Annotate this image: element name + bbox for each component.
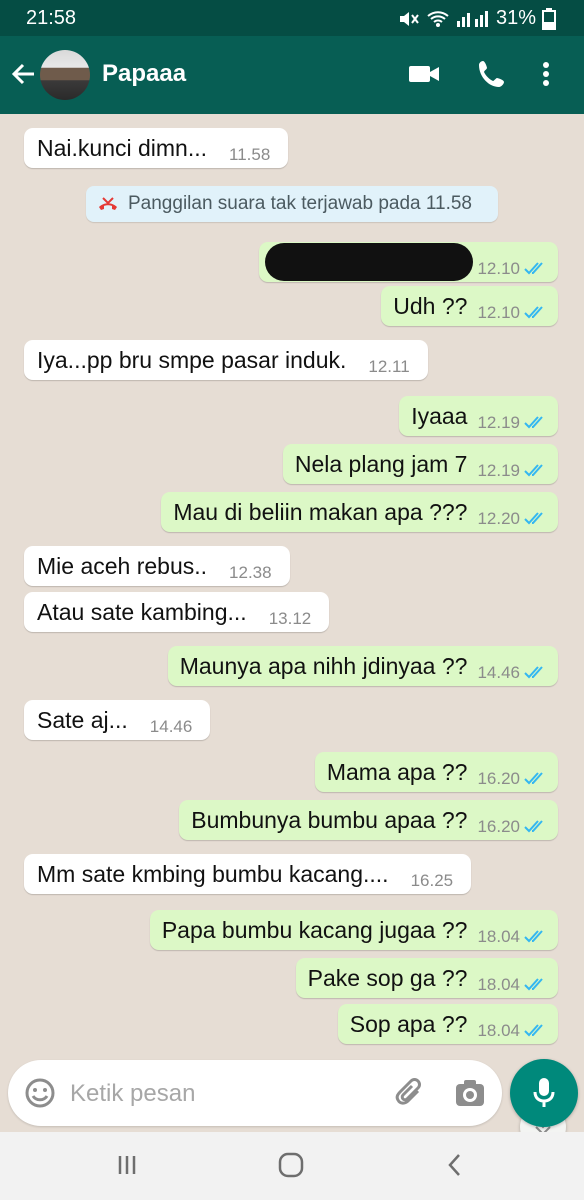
message-time: 12.19: [477, 461, 520, 480]
incoming-message[interactable]: Mm sate kmbing bumbu kacang.... 16.25: [24, 854, 472, 894]
message-time: 14.46: [149, 717, 193, 736]
message-text: Nela plang jam 7: [294, 450, 468, 477]
microphone-icon: [533, 1078, 555, 1107]
recent-apps-icon[interactable]: [114, 1152, 140, 1178]
message-text: Mm sate kmbing bumbu kacang....: [37, 860, 389, 887]
message-time: 12.11: [368, 357, 410, 376]
read-receipt-icon: [524, 666, 543, 679]
phone-call-icon[interactable]: [474, 56, 510, 92]
message-time: 16.20: [477, 817, 520, 836]
read-receipt-icon: [524, 978, 543, 991]
emoji-icon[interactable]: [24, 1077, 56, 1109]
message-time: 16.20: [477, 769, 520, 788]
back-arrow-icon[interactable]: [8, 56, 40, 92]
message-time: 14.46: [477, 663, 520, 682]
incoming-message[interactable]: Atau sate kambing... 13.12: [24, 592, 330, 632]
outgoing-message[interactable]: Sop apa ?? 18.04: [337, 1004, 558, 1044]
outgoing-message[interactable]: Nela plang jam 7 12.19: [282, 444, 558, 484]
outgoing-message[interactable]: Iyaaa 12.19: [399, 396, 558, 436]
read-receipt-icon: [524, 930, 543, 943]
message-time: 16.25: [410, 871, 454, 890]
message-time: 12.20: [477, 509, 520, 528]
read-receipt-icon: [524, 464, 543, 477]
read-receipt-icon: [524, 820, 543, 833]
outgoing-message[interactable]: Pake sop ga ?? 18.04: [295, 958, 558, 998]
message-text: Papa bumbu kacang jugaa ??: [161, 916, 468, 943]
battery-percent: 31%: [495, 7, 536, 29]
redacted-content: [265, 243, 474, 281]
message-text: Mama apa ??: [326, 758, 468, 785]
status-icons: 31%: [398, 7, 556, 30]
read-receipt-icon: [524, 512, 543, 525]
message-text: Mau di beliin makan apa ???: [173, 498, 468, 525]
missed-call-notice: Panggilan suara tak terjawab pada 11.58: [86, 186, 498, 222]
mute-icon: [399, 11, 419, 26]
message-text: Iya...pp bru smpe pasar induk.: [37, 346, 347, 373]
outgoing-message[interactable]: Mama apa ?? 16.20: [314, 752, 558, 792]
camera-icon[interactable]: [454, 1077, 486, 1109]
attach-icon[interactable]: [394, 1077, 426, 1109]
message-text: Udh ??: [393, 292, 468, 319]
outgoing-message[interactable]: Bumbunya bumbu apaa ?? 16.20: [179, 800, 558, 840]
incoming-message[interactable]: Mie aceh rebus.. 12.38: [24, 546, 290, 586]
missed-call-text: Panggilan suara tak terjawab pada 11.58: [128, 193, 473, 214]
back-nav-icon[interactable]: [444, 1152, 466, 1178]
message-time: 12.19: [477, 413, 520, 432]
outgoing-message[interactable]: Maunya apa nihh jdinyaa ?? 14.46: [167, 646, 558, 686]
message-time: 12.38: [229, 563, 272, 582]
message-composer[interactable]: Ketik pesan: [8, 1060, 502, 1126]
message-text: Pake sop ga ??: [307, 964, 468, 991]
voice-record-button[interactable]: [510, 1059, 578, 1127]
outgoing-message[interactable]: 12.10: [259, 242, 558, 282]
status-time: 21:58: [26, 7, 77, 29]
chat-header: Papaaa: [0, 36, 584, 114]
read-receipt-icon: [524, 416, 543, 429]
message-time: 11.58: [229, 145, 271, 164]
message-text: Sate aj...: [37, 706, 128, 733]
contact-name[interactable]: Papaaa: [102, 60, 186, 88]
status-bar: 21:58 31%: [0, 0, 584, 36]
outgoing-message[interactable]: Papa bumbu kacang jugaa ?? 18.04: [149, 910, 558, 950]
signal-icon: [456, 10, 488, 27]
missed-call-icon: [99, 197, 117, 210]
message-text: Atau sate kambing...: [37, 598, 247, 625]
chat-area: Panggilan suara tak terjawab pada 11.58 …: [0, 114, 584, 1132]
message-text: Sop apa ??: [349, 1010, 468, 1037]
message-text: Iyaaa: [411, 402, 468, 429]
outgoing-message[interactable]: Mau di beliin makan apa ??? 12.20: [161, 492, 558, 532]
read-receipt-icon: [524, 1024, 543, 1037]
incoming-message[interactable]: Nai.kunci dimn... 11.58: [24, 128, 289, 168]
message-text: Bumbunya bumbu apaa ??: [191, 806, 468, 833]
battery-icon: [542, 7, 556, 30]
incoming-message[interactable]: Iya...pp bru smpe pasar induk. 12.11: [24, 340, 428, 380]
read-receipt-icon: [524, 772, 543, 785]
outgoing-message[interactable]: Udh ?? 12.10: [381, 286, 558, 326]
read-receipt-icon: [524, 262, 543, 275]
message-text: Maunya apa nihh jdinyaa ??: [179, 652, 468, 679]
message-time: 18.04: [477, 975, 520, 994]
message-text: Mie aceh rebus..: [37, 552, 208, 579]
message-text: Nai.kunci dimn...: [37, 134, 208, 161]
system-nav-bar: [0, 1132, 584, 1200]
contact-avatar[interactable]: [40, 50, 90, 100]
message-time: 18.04: [477, 1021, 520, 1040]
incoming-message[interactable]: Sate aj... 14.46: [24, 700, 211, 740]
read-receipt-icon: [524, 306, 543, 319]
message-time: 12.10: [477, 259, 520, 278]
home-icon[interactable]: [277, 1151, 305, 1179]
wifi-icon: [427, 10, 449, 27]
video-call-icon[interactable]: [406, 56, 442, 92]
message-time: 13.12: [268, 609, 312, 628]
message-input[interactable]: Ketik pesan: [70, 1080, 195, 1108]
more-options-icon[interactable]: [536, 56, 556, 92]
message-time: 12.10: [477, 303, 520, 322]
message-time: 18.04: [477, 927, 520, 946]
